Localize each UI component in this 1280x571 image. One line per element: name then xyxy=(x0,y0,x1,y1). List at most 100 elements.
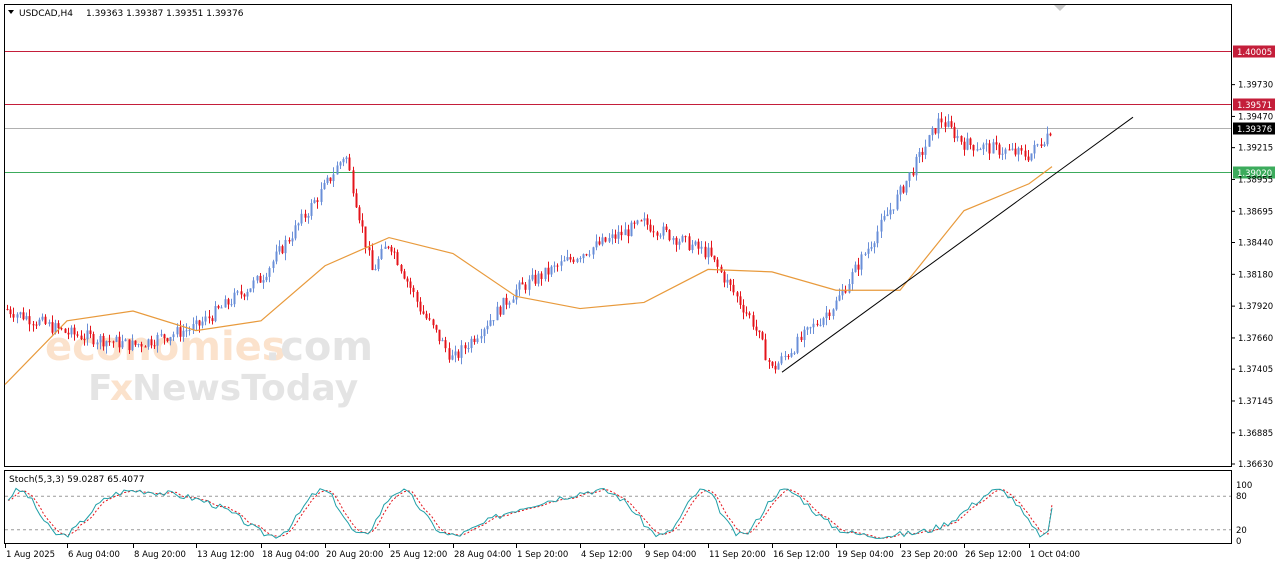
candle-body[interactable] xyxy=(355,193,358,208)
candle-body[interactable] xyxy=(35,324,38,326)
candle-body[interactable] xyxy=(736,292,739,297)
candle-body[interactable] xyxy=(352,170,355,194)
candle-body[interactable] xyxy=(700,246,703,249)
candle-body[interactable] xyxy=(934,128,937,134)
candle-body[interactable] xyxy=(32,324,35,326)
candle-body[interactable] xyxy=(16,314,19,318)
candle-body[interactable] xyxy=(198,320,201,326)
candle-body[interactable] xyxy=(313,200,316,204)
candle-body[interactable] xyxy=(854,264,857,273)
candle-body[interactable] xyxy=(1036,144,1039,146)
candle-body[interactable] xyxy=(348,157,351,171)
candle-body[interactable] xyxy=(51,322,54,333)
candle-body[interactable] xyxy=(809,327,812,329)
candle-body[interactable] xyxy=(976,149,979,151)
candle-body[interactable] xyxy=(643,218,646,221)
candle-body[interactable] xyxy=(41,316,44,320)
candle-body[interactable] xyxy=(44,316,47,324)
candle-body[interactable] xyxy=(768,360,771,362)
candle-body[interactable] xyxy=(972,144,975,151)
candle-body[interactable] xyxy=(521,282,524,285)
candle-body[interactable] xyxy=(876,231,879,244)
candle-body[interactable] xyxy=(464,345,467,349)
candle-body[interactable] xyxy=(608,237,611,242)
candle-body[interactable] xyxy=(748,313,751,316)
candle-body[interactable] xyxy=(870,247,873,249)
candle-body[interactable] xyxy=(243,294,246,297)
candle-body[interactable] xyxy=(371,250,374,271)
candle-body[interactable] xyxy=(841,290,844,296)
candle-body[interactable] xyxy=(838,295,841,301)
candle-body[interactable] xyxy=(787,355,790,357)
candle-body[interactable] xyxy=(131,340,134,351)
candle-body[interactable] xyxy=(134,340,137,345)
candle-body[interactable] xyxy=(236,291,239,293)
candle-body[interactable] xyxy=(745,312,748,314)
candle-body[interactable] xyxy=(419,301,422,312)
candle-body[interactable] xyxy=(828,312,831,317)
candle-body[interactable] xyxy=(377,258,380,270)
candle-body[interactable] xyxy=(515,289,518,300)
candle-body[interactable] xyxy=(9,309,12,315)
candle-body[interactable] xyxy=(771,361,774,366)
candle-body[interactable] xyxy=(76,334,79,336)
candle-body[interactable] xyxy=(537,273,540,284)
candle-body[interactable] xyxy=(150,339,153,346)
candle-body[interactable] xyxy=(899,186,902,195)
candle-body[interactable] xyxy=(441,340,444,342)
candle-body[interactable] xyxy=(889,209,892,215)
candle-body[interactable] xyxy=(902,186,905,193)
candle-body[interactable] xyxy=(630,222,633,237)
candle-body[interactable] xyxy=(483,329,486,337)
candle-body[interactable] xyxy=(169,337,172,342)
candle-body[interactable] xyxy=(70,327,73,335)
candle-body[interactable] xyxy=(716,259,719,267)
candle-body[interactable] xyxy=(249,288,252,292)
candle-body[interactable] xyxy=(185,330,188,332)
candle-body[interactable] xyxy=(496,306,499,321)
candle-body[interactable] xyxy=(60,328,63,330)
candle-body[interactable] xyxy=(457,351,460,358)
candle-body[interactable] xyxy=(489,320,492,326)
candle-body[interactable] xyxy=(963,141,966,150)
candle-body[interactable] xyxy=(585,254,588,256)
candle-body[interactable] xyxy=(224,299,227,308)
candle-body[interactable] xyxy=(752,315,755,327)
candle-body[interactable] xyxy=(867,248,870,254)
candle-body[interactable] xyxy=(550,266,553,275)
candle-body[interactable] xyxy=(480,336,483,339)
candle-body[interactable] xyxy=(265,276,268,281)
candle-body[interactable] xyxy=(156,334,159,346)
candle-body[interactable] xyxy=(691,244,694,251)
candle-body[interactable] xyxy=(940,118,943,123)
candle-body[interactable] xyxy=(553,265,556,267)
candle-body[interactable] xyxy=(729,279,732,285)
candle-body[interactable] xyxy=(48,322,51,324)
candle-body[interactable] xyxy=(1008,149,1011,151)
candle-body[interactable] xyxy=(1017,148,1020,155)
candle-body[interactable] xyxy=(460,345,463,358)
candle-body[interactable] xyxy=(710,247,713,256)
candle-body[interactable] xyxy=(316,200,319,202)
candle-body[interactable] xyxy=(240,291,243,295)
candle-body[interactable] xyxy=(624,229,627,236)
candle-body[interactable] xyxy=(102,335,105,347)
candle-body[interactable] xyxy=(112,341,115,343)
candle-body[interactable] xyxy=(163,334,166,339)
candle-body[interactable] xyxy=(508,302,511,305)
candle-body[interactable] xyxy=(697,241,700,249)
candle-body[interactable] xyxy=(505,297,508,305)
candle-body[interactable] xyxy=(627,229,630,237)
candle-body[interactable] xyxy=(64,328,67,333)
candle-body[interactable] xyxy=(704,246,707,258)
candle-body[interactable] xyxy=(784,355,787,357)
candle-body[interactable] xyxy=(617,231,620,239)
candle-body[interactable] xyxy=(422,311,425,314)
candle-body[interactable] xyxy=(467,348,470,350)
candle-body[interactable] xyxy=(1040,144,1043,146)
candle-body[interactable] xyxy=(19,312,22,315)
candle-body[interactable] xyxy=(1030,153,1033,161)
candle-body[interactable] xyxy=(723,271,726,283)
candle-body[interactable] xyxy=(320,189,323,202)
candle-body[interactable] xyxy=(732,284,735,293)
